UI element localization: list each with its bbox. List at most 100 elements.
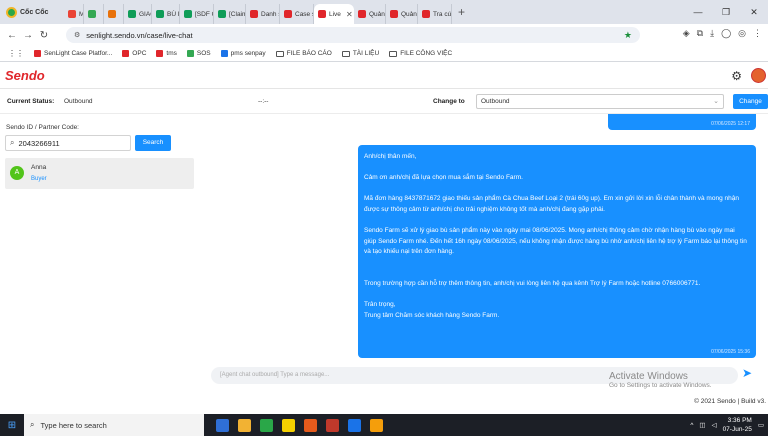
bookmark-item[interactable]: TÀI LIỆU [341,50,380,57]
browser-tab[interactable] [84,4,104,24]
taskbar-app-icon[interactable] [326,418,339,432]
change-button[interactable]: Change [733,94,768,109]
current-status-label: Current Status: [7,98,55,105]
close-window-icon[interactable]: ✕ [740,7,768,18]
tab-label: BÙ HÀ [167,10,179,18]
chat-panel: 07/06/2025 12:17 Anh/chị thân mến, Cảm ơ… [200,114,768,364]
browser-tab[interactable]: Tra cứu [418,4,452,24]
url-field[interactable]: ⚙ senlight.sendo.vn/case/live-chat ★ [66,27,640,43]
send-icon[interactable]: ➤ [742,366,752,380]
new-tab-icon[interactable]: + [458,5,465,19]
browser-tab[interactable]: [SDF C [180,4,214,24]
browser-tab[interactable]: Quản L [354,4,386,24]
folder-icon [275,50,284,57]
bookmark-label: SOS [196,50,211,57]
bookmark-item[interactable]: pms senpay [220,50,266,57]
clock-date: 07-Jun-25 [722,426,752,433]
extensions-icon[interactable]: ⧉ [697,28,703,39]
folder-icon [341,50,350,57]
status-select[interactable]: Outbound ⌄ [476,94,724,109]
volume-icon[interactable]: ◁ [712,421,717,429]
taskbar-app-icon[interactable] [238,418,251,432]
tab-label: Quản L [369,10,385,18]
back-icon[interactable]: ← [4,30,20,41]
chevron-up-icon[interactable]: ^ [690,422,693,429]
browser-brand-label: Cốc Cốc [20,8,49,16]
bookmark-favicon-icon [34,50,41,57]
bookmark-item[interactable]: FILE BÁO CÁO [275,50,332,57]
bookmark-item[interactable]: FILE CÔNG VIỆC [389,50,452,57]
bookmark-label: FILE BÁO CÁO [286,50,332,57]
download-icon[interactable]: ⤓ [710,28,714,39]
browser-tab[interactable]: BÙ HÀ [152,4,180,24]
status-timer: --:-- [258,98,269,105]
message-timestamp: 07/06/2025 12:17 [711,121,750,127]
network-icon[interactable]: ◫ [699,421,705,429]
footer-text: © 2021 Sendo | Build v3. [694,398,766,405]
profile-icon[interactable]: ◯ [721,28,731,39]
window-controls: — ❐ ✕ [684,0,768,24]
apps-grid-icon[interactable]: ⋮⋮ [8,49,24,58]
browser-tab[interactable]: Quản L [386,4,418,24]
browser-brand[interactable]: Cốc Cốc [0,6,64,18]
shopping-icon[interactable]: ◎ [738,28,746,39]
bookmark-label: SenLight Case Platfor... [44,50,113,57]
settings-gear-icon[interactable]: ⚙ [731,69,742,83]
maximize-icon[interactable]: ❐ [712,7,740,18]
watermark-subtitle: Go to Settings to activate Windows. [609,382,712,389]
taskbar-app-icon[interactable] [216,418,229,432]
search-input[interactable]: ⌕ 2043266911 [5,135,131,151]
contact-name: Anna [31,164,47,171]
bookmark-label: TÀI LIỆU [352,50,380,57]
tab-label: [Claim [229,10,246,18]
taskbar-app-icon[interactable] [304,418,317,432]
taskbar-app-icon[interactable] [260,418,273,432]
bookmark-item[interactable]: SenLight Case Platfor... [34,50,112,57]
taskbar-app-icon[interactable] [370,418,383,432]
tab-favicon-icon [284,10,292,18]
bookmark-star-icon[interactable]: ★ [624,30,632,41]
browser-tab[interactable] [104,4,124,24]
browser-tab[interactable]: Danh s [246,4,280,24]
browser-tab[interactable]: M [64,4,84,24]
contact-item[interactable]: A Anna Buyer [5,158,194,189]
message-timestamp: 07/06/2025 15:36 [711,349,750,355]
tab-label: Tra cứu [433,10,452,18]
forward-icon[interactable]: → [20,30,36,41]
bookmark-item[interactable]: OPC [122,50,146,57]
tab-label: [SDF C [195,10,213,18]
tab-favicon-icon [218,10,226,18]
bookmark-label: pms senpay [230,50,266,57]
taskbar-search[interactable]: ⌕ Type here to search [24,414,204,436]
taskbar-app-icon[interactable] [348,418,361,432]
bookmark-item[interactable]: tms [156,50,177,57]
taskbar-search-placeholder: Type here to search [40,420,107,430]
message-input-placeholder: [Agent chat outbound] Type a message... [220,372,330,378]
chat-message-bubble: 07/06/2025 12:17 [608,114,756,130]
taskbar-app-icon[interactable] [282,418,295,432]
bookmark-label: OPC [132,50,147,57]
tab-active[interactable]: Live ✕ [314,4,354,24]
reload-icon[interactable]: ↻ [36,30,52,41]
menu-icon[interactable]: ⋮ [753,28,762,39]
bookmark-item[interactable]: SOS [186,50,211,57]
search-button[interactable]: Search [135,135,171,151]
folder-icon [389,50,398,57]
extension-shield-icon[interactable]: ◈ [683,28,690,39]
site-info-icon[interactable]: ⚙ [74,31,80,39]
notification-icon[interactable]: ▭ [758,421,764,429]
browser-tab[interactable]: [Claim [214,4,246,24]
minimize-icon[interactable]: — [684,7,712,17]
sidebar: Sendo ID / Partner Code: ⌕ 2043266911 Se… [0,114,200,404]
sendo-logo[interactable]: Sendo [5,68,45,83]
browser-tab[interactable]: GIAO Đ [124,4,152,24]
close-tab-icon[interactable]: ✕ [346,10,353,19]
tab-favicon-icon [184,10,192,18]
windows-start-icon[interactable]: ⊞ [0,420,24,431]
user-avatar[interactable] [751,68,766,83]
browser-tab[interactable]: Case sy [280,4,314,24]
clock[interactable]: 3:36 PM 07-Jun-25 [723,416,752,434]
tab-favicon-icon [390,10,398,18]
chat-message-bubble: Anh/chị thân mến, Cảm ơn anh/chị đã lựa … [358,145,756,358]
search-label: Sendo ID / Partner Code: [6,124,79,131]
